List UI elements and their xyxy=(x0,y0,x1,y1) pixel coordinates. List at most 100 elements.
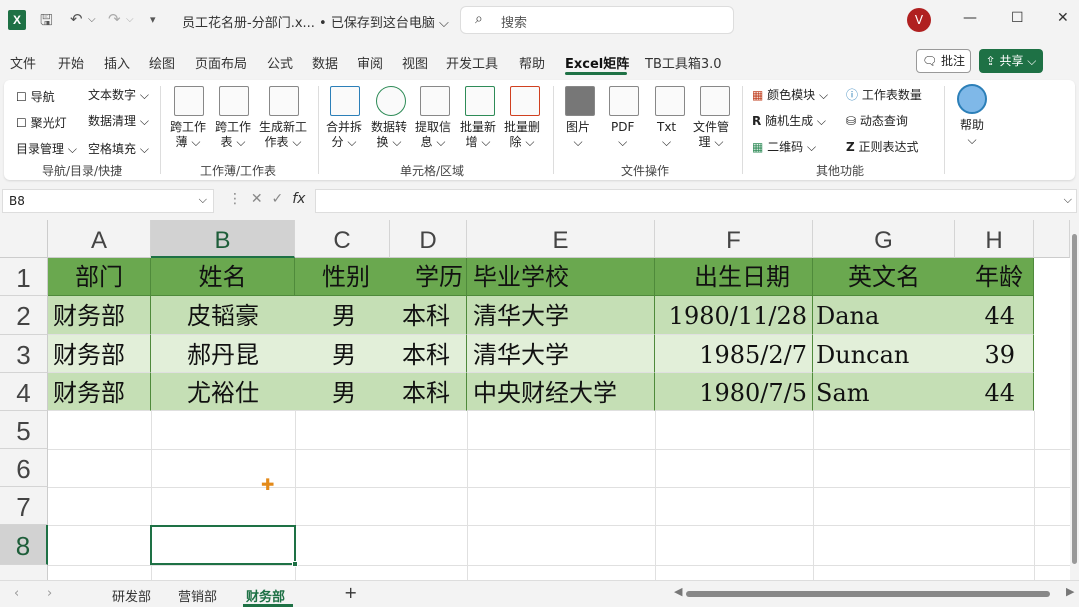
color-module-button[interactable]: ▦ 颜色模块 ⌵ xyxy=(752,86,828,103)
pdf-button[interactable]: PDF ⌵ xyxy=(611,120,634,150)
menu-help[interactable]: 帮助 xyxy=(519,53,545,72)
row-header-9[interactable] xyxy=(0,565,48,580)
expand-icon[interactable]: ⌵ xyxy=(1064,193,1072,207)
menu-excel-matrix[interactable]: Excel矩阵 xyxy=(565,53,629,72)
name-box[interactable]: B8 ⌵ xyxy=(2,189,214,213)
table-cell[interactable]: 皮韬豪 xyxy=(151,296,295,335)
row-header-4[interactable]: 4 xyxy=(0,373,48,411)
active-cell-b8[interactable] xyxy=(150,525,298,567)
chevron-down-icon[interactable]: ⌵ xyxy=(199,193,207,207)
column-header-a[interactable]: A xyxy=(48,220,151,258)
qrcode-button[interactable]: ▦ 二维码 ⌵ xyxy=(752,138,816,155)
fx-icon[interactable]: fx xyxy=(292,191,305,207)
search-box[interactable]: ⌕ 搜索 xyxy=(460,6,734,34)
scroll-right-icon[interactable]: ▶ xyxy=(1066,585,1074,598)
table-cell[interactable]: 1980/11/28 xyxy=(655,296,813,335)
scroll-thumb[interactable] xyxy=(1072,234,1077,564)
text-number-button[interactable]: 文本数字 ⌵ xyxy=(88,86,149,103)
confirm-icon[interactable]: ✓ xyxy=(272,191,284,207)
maximize-icon[interactable]: ☐ xyxy=(1011,10,1024,26)
txt-button[interactable]: Txt ⌵ xyxy=(657,120,676,150)
minimize-icon[interactable]: — xyxy=(963,10,977,26)
batch-add-button[interactable]: 批量新 增 ⌵ xyxy=(460,120,496,150)
row-header-3[interactable]: 3 xyxy=(0,335,48,373)
table-cell[interactable]: 男 xyxy=(295,335,390,373)
space-fill-button[interactable]: 空格填充 ⌵ xyxy=(88,140,149,157)
help-button[interactable]: 帮助 ⌵ xyxy=(960,118,984,148)
select-all-corner[interactable] xyxy=(0,220,48,258)
row-header-5[interactable]: 5 xyxy=(0,411,48,449)
table-cell[interactable]: Dana xyxy=(813,296,955,335)
table-cell[interactable]: 本科 xyxy=(390,335,467,373)
table-cell[interactable]: Sam xyxy=(813,373,955,411)
menu-draw[interactable]: 绘图 xyxy=(149,53,175,72)
dynamic-query-button[interactable]: ⛁ 动态查询 xyxy=(846,112,908,129)
table-cell[interactable]: 中央财经大学 xyxy=(467,373,655,411)
menu-developer[interactable]: 开发工具 xyxy=(446,53,498,72)
column-header-b[interactable]: B xyxy=(151,220,295,258)
document-title[interactable]: 员工花名册-分部门.x... • 已保存到这台电脑 ⌵ xyxy=(182,12,449,31)
menu-insert[interactable]: 插入 xyxy=(104,53,130,72)
table-cell[interactable]: 本科 xyxy=(390,296,467,335)
row-header-1[interactable]: 1 xyxy=(0,258,48,296)
random-generate-button[interactable]: R 随机生成 ⌵ xyxy=(752,112,826,129)
extract-info-button[interactable]: 提取信 息 ⌵ xyxy=(415,120,451,150)
table-header[interactable]: 年龄 xyxy=(955,258,1034,296)
save-icon[interactable]: 🖫 xyxy=(40,10,53,35)
horizontal-scrollbar[interactable] xyxy=(686,590,1062,598)
table-cell[interactable]: 男 xyxy=(295,296,390,335)
menu-data[interactable]: 数据 xyxy=(312,53,338,72)
table-cell[interactable]: 财务部 xyxy=(48,296,151,335)
menu-home[interactable]: 开始 xyxy=(58,53,84,72)
batch-delete-button[interactable]: 批量删 除 ⌵ xyxy=(504,120,540,150)
sheet-count-button[interactable]: ⓘ 工作表数量 xyxy=(846,86,922,103)
data-clean-button[interactable]: 数据清理 ⌵ xyxy=(88,112,149,129)
column-header-d[interactable]: D xyxy=(390,220,467,258)
column-header-e[interactable]: E xyxy=(467,220,655,258)
menu-view[interactable]: 视图 xyxy=(402,53,428,72)
fill-handle[interactable] xyxy=(292,561,298,567)
table-cell[interactable]: Duncan xyxy=(813,335,955,373)
table-header[interactable]: 毕业学校 xyxy=(467,258,655,296)
spotlight-checkbox[interactable]: ☐ 聚光灯 xyxy=(16,114,67,131)
table-header[interactable]: 部门 xyxy=(48,258,151,296)
row-header-8[interactable]: 8 xyxy=(0,525,48,565)
table-cell[interactable]: 39 xyxy=(955,335,1034,373)
menu-file[interactable]: 文件 xyxy=(10,53,36,72)
table-cell[interactable]: 1985/2/7 xyxy=(655,335,813,373)
table-cell[interactable]: 尤裕仕 xyxy=(151,373,295,411)
prev-sheet-icon[interactable]: ‹ xyxy=(14,586,19,601)
spreadsheet-grid[interactable]: A B C D E F G H 1 2 3 4 5 6 7 8 部门 姓名 性别… xyxy=(0,220,1079,580)
column-header-h[interactable]: H xyxy=(955,220,1034,258)
customize-toolbar-icon[interactable]: ▾ xyxy=(150,13,156,26)
scroll-left-icon[interactable]: ◀ xyxy=(674,585,682,598)
menu-tb-toolbox[interactable]: TB工具箱3.0 xyxy=(645,53,722,72)
column-header-c[interactable]: C xyxy=(295,220,390,258)
formula-input[interactable]: ⌵ xyxy=(315,189,1077,213)
table-cell[interactable]: 郝丹昆 xyxy=(151,335,295,373)
vertical-scrollbar[interactable] xyxy=(1070,220,1079,580)
table-cell[interactable]: 男 xyxy=(295,373,390,411)
row-header-6[interactable]: 6 xyxy=(0,449,48,487)
table-header[interactable]: 姓名 xyxy=(151,258,295,296)
cross-sheet-button[interactable]: 跨工作 表 ⌵ xyxy=(215,120,251,150)
table-header[interactable]: 性别 xyxy=(295,258,390,296)
hscroll-thumb[interactable] xyxy=(686,591,1050,597)
cross-workbook-button[interactable]: 跨工作 薄 ⌵ xyxy=(170,120,206,150)
menu-formulas[interactable]: 公式 xyxy=(267,53,293,72)
user-avatar[interactable]: V xyxy=(907,8,931,32)
sheet-tab-finance[interactable]: 财务部 xyxy=(246,586,285,605)
table-cell[interactable]: 清华大学 xyxy=(467,335,655,373)
table-cell[interactable]: 财务部 xyxy=(48,335,151,373)
table-cell[interactable]: 清华大学 xyxy=(467,296,655,335)
cancel-icon[interactable]: ✕ xyxy=(251,191,263,207)
menu-review[interactable]: 审阅 xyxy=(357,53,383,72)
file-manage-button[interactable]: 文件管 理 ⌵ xyxy=(693,120,729,150)
table-cell[interactable]: 44 xyxy=(955,373,1034,411)
next-sheet-icon[interactable]: › xyxy=(47,586,52,601)
sheet-tab-marketing[interactable]: 营销部 xyxy=(178,586,217,605)
sheet-tab-rd[interactable]: 研发部 xyxy=(112,586,151,605)
undo-dropdown-icon[interactable]: ⌵ xyxy=(88,14,96,25)
comment-button[interactable]: 🗨 批注 xyxy=(916,49,971,73)
table-cell[interactable]: 44 xyxy=(955,296,1034,335)
